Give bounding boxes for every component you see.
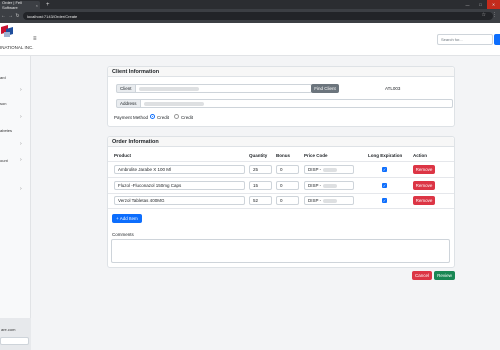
window-controls: — □ ✕ — [461, 0, 500, 9]
chevron-right-icon[interactable]: › — [20, 157, 22, 163]
tab-close-icon[interactable]: × — [36, 3, 38, 8]
sidebar: ard › son › abetes › ount › › are.com — [0, 56, 31, 350]
search-input[interactable]: Search for... — [437, 34, 493, 45]
bookmark-star-icon[interactable]: ☆ — [482, 12, 486, 18]
quantity-input[interactable]: 25 — [249, 165, 272, 174]
order-information-title: Order Information — [108, 137, 454, 147]
price-code-value: DISP - — [308, 183, 322, 188]
price-code-value: DISP - — [308, 167, 322, 172]
url-field[interactable]: localhost:7143/Order/Create — [23, 12, 493, 20]
client-input[interactable] — [135, 84, 312, 93]
sidebar-item-dashboard[interactable]: ard — [0, 75, 6, 80]
payment-option-1-label: Credit — [157, 115, 170, 120]
price-code-select[interactable]: DISP - — [304, 196, 354, 205]
remove-button[interactable]: Remove — [413, 196, 435, 205]
address-label: Address — [116, 99, 141, 108]
price-code-value: DISP - — [308, 198, 322, 203]
payment-option-2-label: Credit — [181, 115, 194, 120]
brand-name: INATIONAL INC. — [0, 45, 34, 50]
reload-icon[interactable]: ↻ — [14, 13, 21, 19]
menu-toggle-icon[interactable]: ≡ — [33, 36, 37, 42]
column-header-bonus: Bonus — [276, 153, 290, 158]
column-header-product: Product — [114, 153, 132, 158]
table-divider — [108, 208, 454, 209]
remove-button[interactable]: Remove — [413, 181, 435, 190]
column-header-long-expiration: Long Expiration — [368, 153, 403, 158]
payment-radio-credit-2[interactable] — [174, 114, 179, 119]
address-bar-row: ← → ↻ localhost:7143/Order/Create ☆ ⋮ — [0, 9, 500, 23]
app-top-nav: INATIONAL INC. ≡ Search for... — [0, 23, 500, 56]
company-logo — [1, 25, 15, 38]
long-expiration-checkbox[interactable]: ✓ — [382, 183, 387, 188]
browser-tab-bar: Order | Fell Software × + — □ ✕ — [0, 0, 500, 10]
sidebar-item-account[interactable]: ount — [0, 158, 8, 163]
chevron-right-icon[interactable]: › — [20, 87, 22, 93]
product-input[interactable]: Fluzol -Fluconazol 150mg Caps — [114, 181, 245, 190]
price-code-select[interactable]: DISP - — [304, 181, 354, 190]
sidebar-item-diabetes[interactable]: abetes — [0, 128, 12, 133]
comments-label: Comments — [112, 232, 134, 237]
payment-method-label: Payment Method — [114, 115, 149, 120]
maximize-icon[interactable]: □ — [474, 0, 487, 9]
comments-textarea[interactable] — [111, 239, 450, 263]
remove-button[interactable]: Remove — [413, 165, 435, 174]
column-header-quantity: Quantity — [249, 153, 268, 158]
client-field-group: Client — [116, 84, 312, 93]
sidebar-footer: are.com — [0, 318, 31, 350]
quantity-input[interactable]: 52 — [249, 196, 272, 205]
long-expiration-checkbox[interactable]: ✓ — [382, 198, 387, 203]
search-button[interactable] — [494, 34, 500, 45]
cancel-button[interactable]: Cancel — [412, 271, 432, 280]
address-field-group: Address — [116, 99, 453, 108]
bonus-input[interactable]: 0 — [276, 181, 299, 190]
close-window-icon[interactable]: ✕ — [487, 0, 500, 9]
new-tab-button[interactable]: + — [46, 2, 50, 8]
chevron-right-icon[interactable]: › — [20, 186, 22, 192]
client-label: Client — [116, 84, 136, 93]
back-icon[interactable]: ← — [0, 13, 7, 19]
minimize-icon[interactable]: — — [461, 0, 474, 9]
chevron-right-icon[interactable]: › — [20, 114, 22, 120]
find-client-button[interactable]: Find Client — [311, 84, 339, 93]
forward-icon[interactable]: → — [7, 13, 14, 19]
table-divider — [108, 193, 454, 194]
long-expiration-checkbox[interactable]: ✓ — [382, 167, 387, 172]
footer-text: are.com — [1, 327, 16, 332]
column-header-price-code: Price Code — [304, 153, 328, 158]
sidebar-item-person[interactable]: son — [0, 101, 6, 106]
table-divider — [108, 177, 454, 178]
client-information-title: Client Information — [108, 67, 454, 77]
product-input[interactable]: Ambrolite Jarabe X 100 Ml — [114, 165, 245, 174]
column-header-action: Action — [413, 153, 427, 158]
payment-radio-credit-1[interactable] — [150, 114, 155, 119]
quantity-input[interactable]: 15 — [249, 181, 272, 190]
review-button[interactable]: Review — [434, 271, 455, 280]
browser-menu-icon[interactable]: ⋮ — [492, 12, 497, 18]
chevron-right-icon[interactable]: › — [20, 141, 22, 147]
bonus-input[interactable]: 0 — [276, 165, 299, 174]
footer-input[interactable] — [0, 337, 29, 345]
price-code-select[interactable]: DISP - — [304, 165, 354, 174]
table-divider — [108, 161, 454, 162]
product-input[interactable]: Verzol Tabletas 400MG — [114, 196, 245, 205]
address-input[interactable] — [140, 99, 453, 108]
add-item-button[interactable]: + Add Item — [112, 214, 142, 223]
bonus-input[interactable]: 0 — [276, 196, 299, 205]
client-code: ATL003 — [385, 86, 401, 91]
browser-tab[interactable]: Order | Fell Software × — [0, 0, 40, 10]
